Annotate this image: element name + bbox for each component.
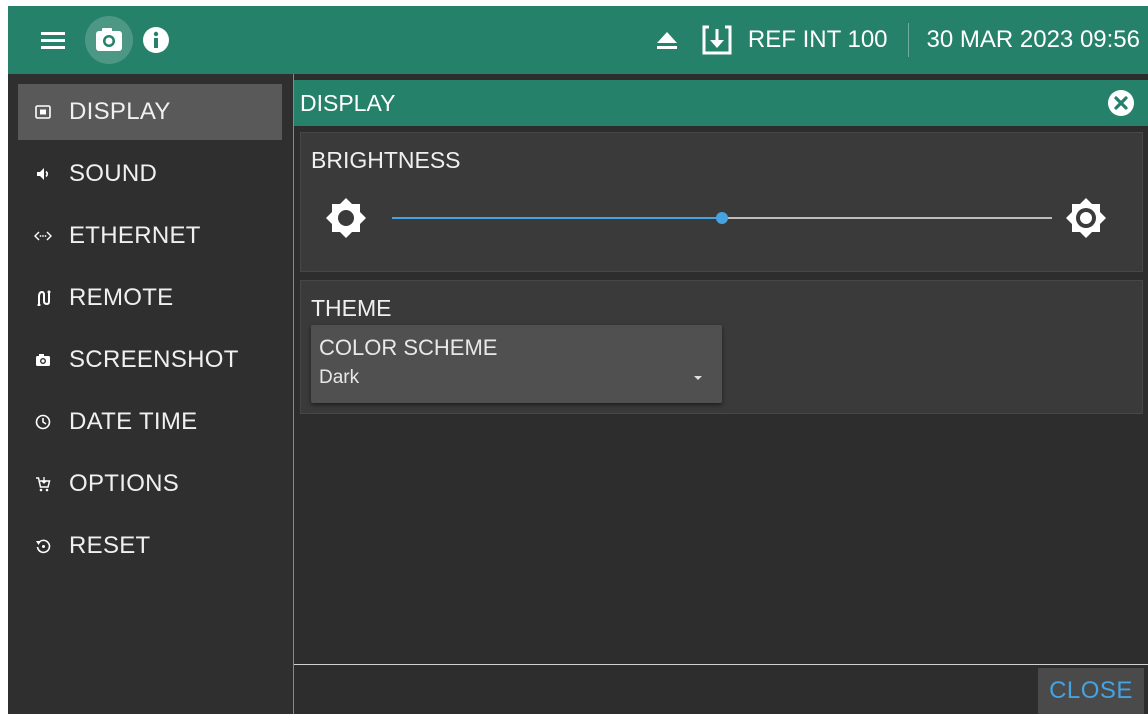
- sidebar-item-screenshot[interactable]: SCREENSHOT: [18, 332, 282, 388]
- sidebar-item-ethernet[interactable]: ETHERNET: [18, 208, 282, 264]
- reset-icon: [34, 537, 52, 555]
- brightness-slider[interactable]: [392, 212, 1052, 224]
- theme-section: THEME COLOR SCHEME Dark: [300, 280, 1143, 414]
- display-icon: [34, 103, 52, 121]
- slider-fill: [392, 217, 722, 219]
- divider: [294, 664, 1148, 665]
- brightness-label: BRIGHTNESS: [311, 147, 461, 173]
- sidebar-item-label: DATE TIME: [69, 408, 198, 435]
- close-button[interactable]: CLOSE: [1038, 668, 1144, 714]
- panel-header: DISPLAY: [294, 80, 1148, 126]
- panel-title: DISPLAY: [300, 89, 396, 116]
- clock-icon: [34, 413, 52, 431]
- sidebar-item-date-time[interactable]: DATE TIME: [18, 394, 282, 450]
- color-scheme-label: COLOR SCHEME: [319, 335, 498, 360]
- theme-label: THEME: [311, 295, 392, 321]
- eject-icon[interactable]: [654, 27, 680, 53]
- caret-down-icon: [694, 376, 702, 380]
- close-button-label: CLOSE: [1049, 677, 1133, 704]
- sidebar-item-sound[interactable]: SOUND: [18, 146, 282, 202]
- sidebar-item-label: SCREENSHOT: [69, 346, 239, 373]
- brightness-high-icon[interactable]: [1065, 197, 1107, 239]
- sidebar-item-reset[interactable]: RESET: [18, 518, 282, 574]
- sidebar-item-label: RESET: [69, 532, 151, 559]
- slider-thumb[interactable]: [716, 212, 728, 224]
- cart-icon: [34, 475, 52, 493]
- top-bar: REF INT 100 30 MAR 2023 09:56: [8, 6, 1148, 74]
- sidebar-item-label: SOUND: [69, 160, 158, 187]
- speaker-icon: [34, 165, 52, 183]
- menu-icon[interactable]: [38, 25, 68, 55]
- sidebar-item-label: OPTIONS: [69, 470, 180, 497]
- sidebar-item-display[interactable]: DISPLAY: [18, 84, 282, 140]
- save-download-icon[interactable]: [700, 23, 734, 57]
- sidebar-item-label: ETHERNET: [69, 222, 201, 249]
- ethernet-icon: [34, 227, 52, 245]
- info-icon[interactable]: [141, 25, 171, 55]
- brightness-section: BRIGHTNESS: [300, 132, 1143, 272]
- sidebar-item-label: REMOTE: [69, 284, 174, 311]
- close-circle-icon[interactable]: [1107, 89, 1135, 117]
- divider: [907, 23, 909, 57]
- sidebar-item-remote[interactable]: REMOTE: [18, 270, 282, 326]
- settings-panel: DISPLAY BRIGHTNESS THEME COLOR SCHEME Da…: [293, 74, 1148, 714]
- color-scheme-select[interactable]: COLOR SCHEME Dark: [311, 325, 722, 403]
- brightness-low-icon[interactable]: [325, 197, 367, 239]
- reference-status[interactable]: REF INT 100: [748, 26, 908, 54]
- camera-icon: [96, 28, 122, 51]
- sidebar-item-label: DISPLAY: [69, 98, 171, 125]
- date-time[interactable]: 30 MAR 2023 09:56: [927, 26, 1140, 54]
- remote-icon: [34, 289, 52, 307]
- settings-sidebar: DISPLAY SOUND ETHERNET REMOTE SCREENSHOT: [8, 74, 292, 714]
- screenshot-button[interactable]: [85, 16, 133, 64]
- sidebar-item-options[interactable]: OPTIONS: [18, 456, 282, 512]
- camera-icon: [34, 351, 52, 369]
- app-window: REF INT 100 30 MAR 2023 09:56 DISPLAY SO…: [8, 6, 1148, 714]
- color-scheme-value: Dark: [319, 367, 360, 388]
